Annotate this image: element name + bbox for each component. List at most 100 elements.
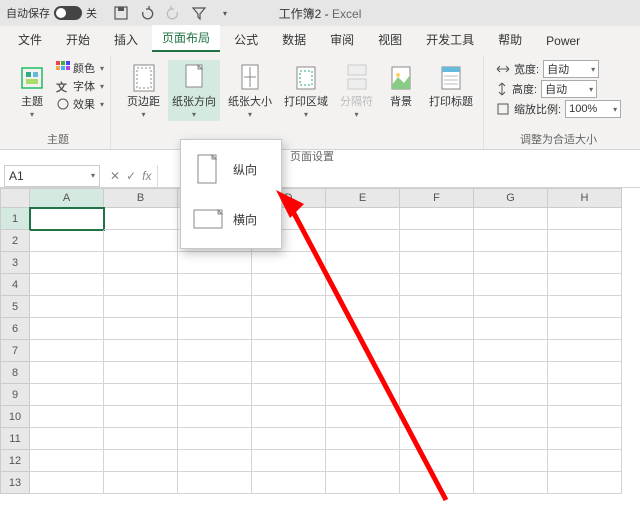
cell[interactable] xyxy=(326,274,400,296)
row-header[interactable]: 11 xyxy=(0,428,30,450)
enter-icon[interactable]: ✓ xyxy=(126,169,136,183)
cell[interactable] xyxy=(104,472,178,494)
fx-icon[interactable]: fx xyxy=(142,169,151,183)
select-all-corner[interactable] xyxy=(0,188,30,208)
cell[interactable] xyxy=(178,406,252,428)
margins-button[interactable]: 页边距 ▾ xyxy=(123,60,164,121)
width-select[interactable]: 自动 ▾ xyxy=(543,60,599,78)
cell[interactable] xyxy=(474,252,548,274)
cell[interactable] xyxy=(400,450,474,472)
orientation-button[interactable]: 纸张方向 ▾ xyxy=(168,60,220,121)
fonts-button[interactable]: 文 字体 ▾ xyxy=(56,78,104,94)
background-button[interactable]: 背景 xyxy=(381,60,421,110)
cell[interactable] xyxy=(252,450,326,472)
cell[interactable] xyxy=(178,318,252,340)
cell[interactable] xyxy=(326,362,400,384)
cell[interactable] xyxy=(252,318,326,340)
name-box[interactable]: A1 ▾ xyxy=(4,165,100,187)
cell[interactable] xyxy=(104,450,178,472)
cell[interactable] xyxy=(104,208,178,230)
cell[interactable] xyxy=(178,472,252,494)
cell[interactable] xyxy=(326,208,400,230)
cell[interactable] xyxy=(548,340,622,362)
cell[interactable] xyxy=(30,208,104,230)
cancel-icon[interactable]: ✕ xyxy=(110,169,120,183)
cell[interactable] xyxy=(30,252,104,274)
cell[interactable] xyxy=(104,428,178,450)
cell[interactable] xyxy=(548,230,622,252)
cell[interactable] xyxy=(548,296,622,318)
cell[interactable] xyxy=(400,406,474,428)
cell[interactable] xyxy=(474,362,548,384)
scale-input[interactable]: 100% ▾ xyxy=(565,100,621,118)
row-header[interactable]: 6 xyxy=(0,318,30,340)
cell[interactable] xyxy=(400,208,474,230)
cell[interactable] xyxy=(252,340,326,362)
cell[interactable] xyxy=(326,406,400,428)
redo-icon[interactable] xyxy=(165,5,181,21)
save-icon[interactable] xyxy=(113,5,129,21)
cell[interactable] xyxy=(400,274,474,296)
tab-view[interactable]: 视图 xyxy=(368,27,412,52)
cell[interactable] xyxy=(400,472,474,494)
column-header[interactable]: E xyxy=(326,188,400,208)
cell[interactable] xyxy=(548,318,622,340)
cell[interactable] xyxy=(252,428,326,450)
effects-button[interactable]: 效果 ▾ xyxy=(56,96,104,112)
cell[interactable] xyxy=(30,362,104,384)
cell[interactable] xyxy=(252,406,326,428)
row-header[interactable]: 1 xyxy=(0,208,30,230)
cell[interactable] xyxy=(178,252,252,274)
cell[interactable] xyxy=(252,252,326,274)
tab-review[interactable]: 审阅 xyxy=(320,27,364,52)
cell[interactable] xyxy=(326,450,400,472)
column-header[interactable]: F xyxy=(400,188,474,208)
row-header[interactable]: 9 xyxy=(0,384,30,406)
row-header[interactable]: 10 xyxy=(0,406,30,428)
cell[interactable] xyxy=(104,296,178,318)
cell[interactable] xyxy=(30,406,104,428)
cell[interactable] xyxy=(178,428,252,450)
cell[interactable] xyxy=(252,472,326,494)
cell[interactable] xyxy=(104,340,178,362)
row-header[interactable]: 8 xyxy=(0,362,30,384)
cell[interactable] xyxy=(400,318,474,340)
cell[interactable] xyxy=(548,406,622,428)
cell[interactable] xyxy=(30,296,104,318)
cell[interactable] xyxy=(474,472,548,494)
cell[interactable] xyxy=(252,384,326,406)
cell[interactable] xyxy=(326,472,400,494)
tab-insert[interactable]: 插入 xyxy=(104,27,148,52)
cell[interactable] xyxy=(178,340,252,362)
cell[interactable] xyxy=(548,428,622,450)
cell[interactable] xyxy=(30,472,104,494)
cell[interactable] xyxy=(548,208,622,230)
row-header[interactable]: 3 xyxy=(0,252,30,274)
cell[interactable] xyxy=(326,230,400,252)
cell[interactable] xyxy=(400,362,474,384)
cell[interactable] xyxy=(474,450,548,472)
cell[interactable] xyxy=(252,362,326,384)
themes-button[interactable]: 主题 ▾ xyxy=(12,60,52,121)
breaks-button[interactable]: 分隔符 ▾ xyxy=(336,60,377,121)
cell[interactable] xyxy=(474,230,548,252)
cell[interactable] xyxy=(474,274,548,296)
tab-file[interactable]: 文件 xyxy=(8,27,52,52)
cell[interactable] xyxy=(474,406,548,428)
cell[interactable] xyxy=(548,252,622,274)
cell[interactable] xyxy=(178,274,252,296)
row-header[interactable]: 7 xyxy=(0,340,30,362)
cell[interactable] xyxy=(326,384,400,406)
cell[interactable] xyxy=(548,450,622,472)
size-button[interactable]: 纸张大小 ▾ xyxy=(224,60,276,121)
cell[interactable] xyxy=(104,384,178,406)
print-area-button[interactable]: 打印区域 ▾ xyxy=(280,60,332,121)
column-header[interactable]: G xyxy=(474,188,548,208)
cell[interactable] xyxy=(178,362,252,384)
cell[interactable] xyxy=(104,252,178,274)
undo-icon[interactable] xyxy=(139,5,155,21)
cell[interactable] xyxy=(548,362,622,384)
tab-page-layout[interactable]: 页面布局 xyxy=(152,25,220,52)
cell[interactable] xyxy=(30,428,104,450)
cell[interactable] xyxy=(252,274,326,296)
